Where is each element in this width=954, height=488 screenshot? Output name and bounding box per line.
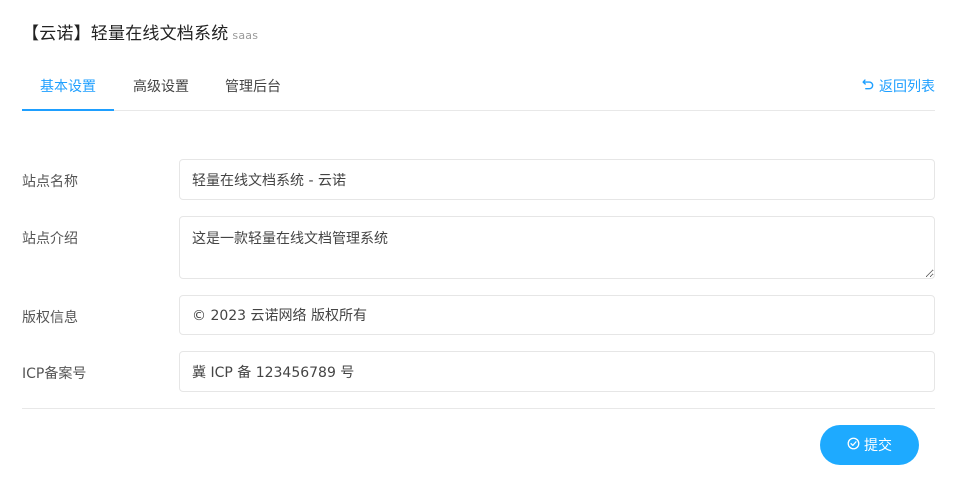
icp-label: ICP备案号 <box>22 366 87 382</box>
app-subtitle: saas <box>232 29 259 42</box>
site-name-input[interactable] <box>179 159 935 200</box>
form-divider <box>22 408 935 409</box>
form-row-site-name: 站点名称 <box>22 159 935 200</box>
page-title: 【云诺】轻量在线文档系统 saas <box>22 19 258 44</box>
icp-input[interactable] <box>179 351 935 392</box>
tab-basic-settings[interactable]: 基本设置 <box>22 66 114 111</box>
back-to-list-link[interactable]: 返回列表 <box>861 66 935 108</box>
tab-admin-panel[interactable]: 管理后台 <box>222 66 284 111</box>
undo-icon <box>861 66 875 108</box>
back-link-label: 返回列表 <box>879 79 935 95</box>
site-intro-textarea[interactable]: 这是一款轻量在线文档管理系统 <box>179 216 935 279</box>
copyright-input[interactable] <box>179 295 935 335</box>
submit-label: 提交 <box>864 438 892 454</box>
submit-button[interactable]: 提交 <box>820 425 919 465</box>
tab-advanced-settings[interactable]: 高级设置 <box>130 66 192 111</box>
check-circle-icon <box>847 437 860 454</box>
settings-tabs: 基本设置 高级设置 管理后台 返回列表 <box>22 66 935 111</box>
settings-page: 【云诺】轻量在线文档系统 saas 基本设置 高级设置 管理后台 返回列表 站点… <box>0 0 954 488</box>
copyright-label: 版权信息 <box>22 310 78 326</box>
form-row-icp: ICP备案号 <box>22 351 935 392</box>
form-row-site-intro: 站点介绍 这是一款轻量在线文档管理系统 <box>22 216 935 279</box>
form-row-copyright: 版权信息 <box>22 295 935 335</box>
site-intro-label: 站点介绍 <box>22 231 78 247</box>
app-title-text: 【云诺】轻量在线文档系统 <box>22 24 229 44</box>
site-name-label: 站点名称 <box>22 174 78 190</box>
